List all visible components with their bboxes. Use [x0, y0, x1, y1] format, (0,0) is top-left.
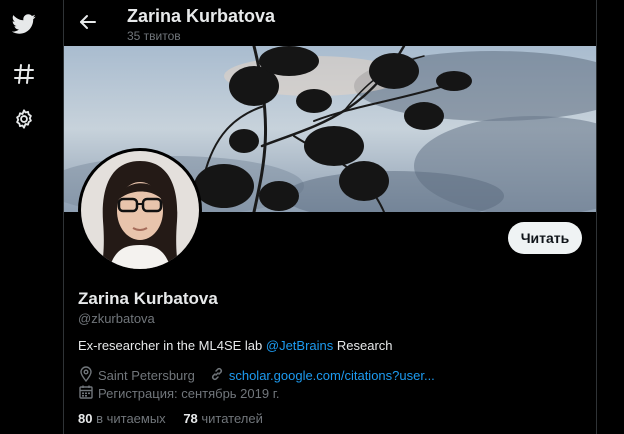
following-count: 80 [78, 411, 93, 426]
hashtag-icon[interactable] [9, 59, 39, 89]
follow-stats: 80 в читаемых 78 читателей [78, 411, 263, 426]
followers-count: 78 [183, 411, 198, 426]
link-icon [209, 366, 229, 385]
profile-avatar[interactable] [78, 148, 202, 272]
profile-handle: @zkurbatova [78, 311, 155, 326]
gear-icon[interactable] [9, 104, 39, 134]
profile-display-name: Zarina Kurbatova [78, 289, 218, 308]
followers-label: читателей [197, 411, 263, 426]
profile-header: Zarina Kurbatova 35 твитов [64, 0, 596, 46]
location-icon [78, 366, 98, 385]
profile-website-link[interactable]: scholar.google.com/citations?user... [229, 368, 435, 383]
profile-location: Saint Petersburg [98, 368, 195, 383]
tweets-count: 35 твитов [127, 29, 181, 43]
column-divider-right [596, 0, 597, 434]
back-arrow-icon[interactable] [76, 10, 100, 34]
profile-meta-row: Saint Petersburg scholar.google.com/cita… [78, 366, 435, 385]
profile-bio: Ex-researcher in the ML4SE lab @JetBrain… [78, 338, 393, 353]
bio-text-post: Research [333, 338, 393, 353]
header-title: Zarina Kurbatova [127, 6, 276, 26]
sidebar-nav [0, 0, 48, 434]
following-stat[interactable]: 80 в читаемых [78, 411, 166, 426]
profile-joined-row: Регистрация: сентябрь 2019 г. [78, 384, 279, 403]
follow-button[interactable]: Читать [508, 222, 582, 254]
following-label: в читаемых [92, 411, 166, 426]
followers-stat[interactable]: 78 читателей [183, 411, 263, 426]
profile-joined: Регистрация: сентябрь 2019 г. [98, 386, 280, 401]
twitter-logo-icon[interactable] [9, 9, 39, 39]
bio-text-pre: Ex-researcher in the ML4SE lab [78, 338, 266, 353]
calendar-icon [78, 384, 98, 403]
bio-mention-link[interactable]: @JetBrains [266, 338, 333, 353]
